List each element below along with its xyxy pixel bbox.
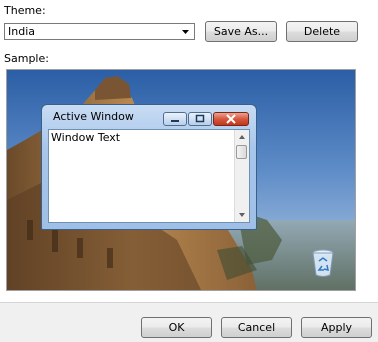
- cancel-button[interactable]: Cancel: [221, 317, 292, 338]
- active-window-title: Active Window: [53, 110, 134, 123]
- theme-label: Theme:: [4, 4, 46, 17]
- close-icon: [213, 112, 249, 126]
- window-text-sample: Window Text: [51, 131, 121, 144]
- recycle-bin-icon: [312, 249, 334, 277]
- maximize-icon: [188, 112, 212, 126]
- theme-dropdown[interactable]: India: [4, 23, 195, 40]
- scroll-down-icon: [239, 213, 245, 217]
- active-window-client-area: Window Text: [48, 129, 250, 223]
- theme-selected-value: India: [8, 25, 35, 38]
- save-as-button[interactable]: Save As...: [205, 21, 277, 42]
- apply-button[interactable]: Apply: [301, 317, 372, 338]
- scroll-up-icon: [239, 135, 245, 139]
- preview-scrollbar: [234, 130, 249, 222]
- theme-preview: Active Window Window Text: [6, 69, 356, 291]
- chevron-down-icon: [182, 30, 189, 34]
- ok-button[interactable]: OK: [141, 317, 212, 338]
- delete-button[interactable]: Delete: [286, 21, 358, 42]
- scrollbar-thumb: [236, 145, 247, 159]
- minimize-icon: [163, 112, 187, 126]
- sample-label: Sample:: [4, 52, 49, 65]
- active-window-preview: Active Window Window Text: [41, 104, 257, 230]
